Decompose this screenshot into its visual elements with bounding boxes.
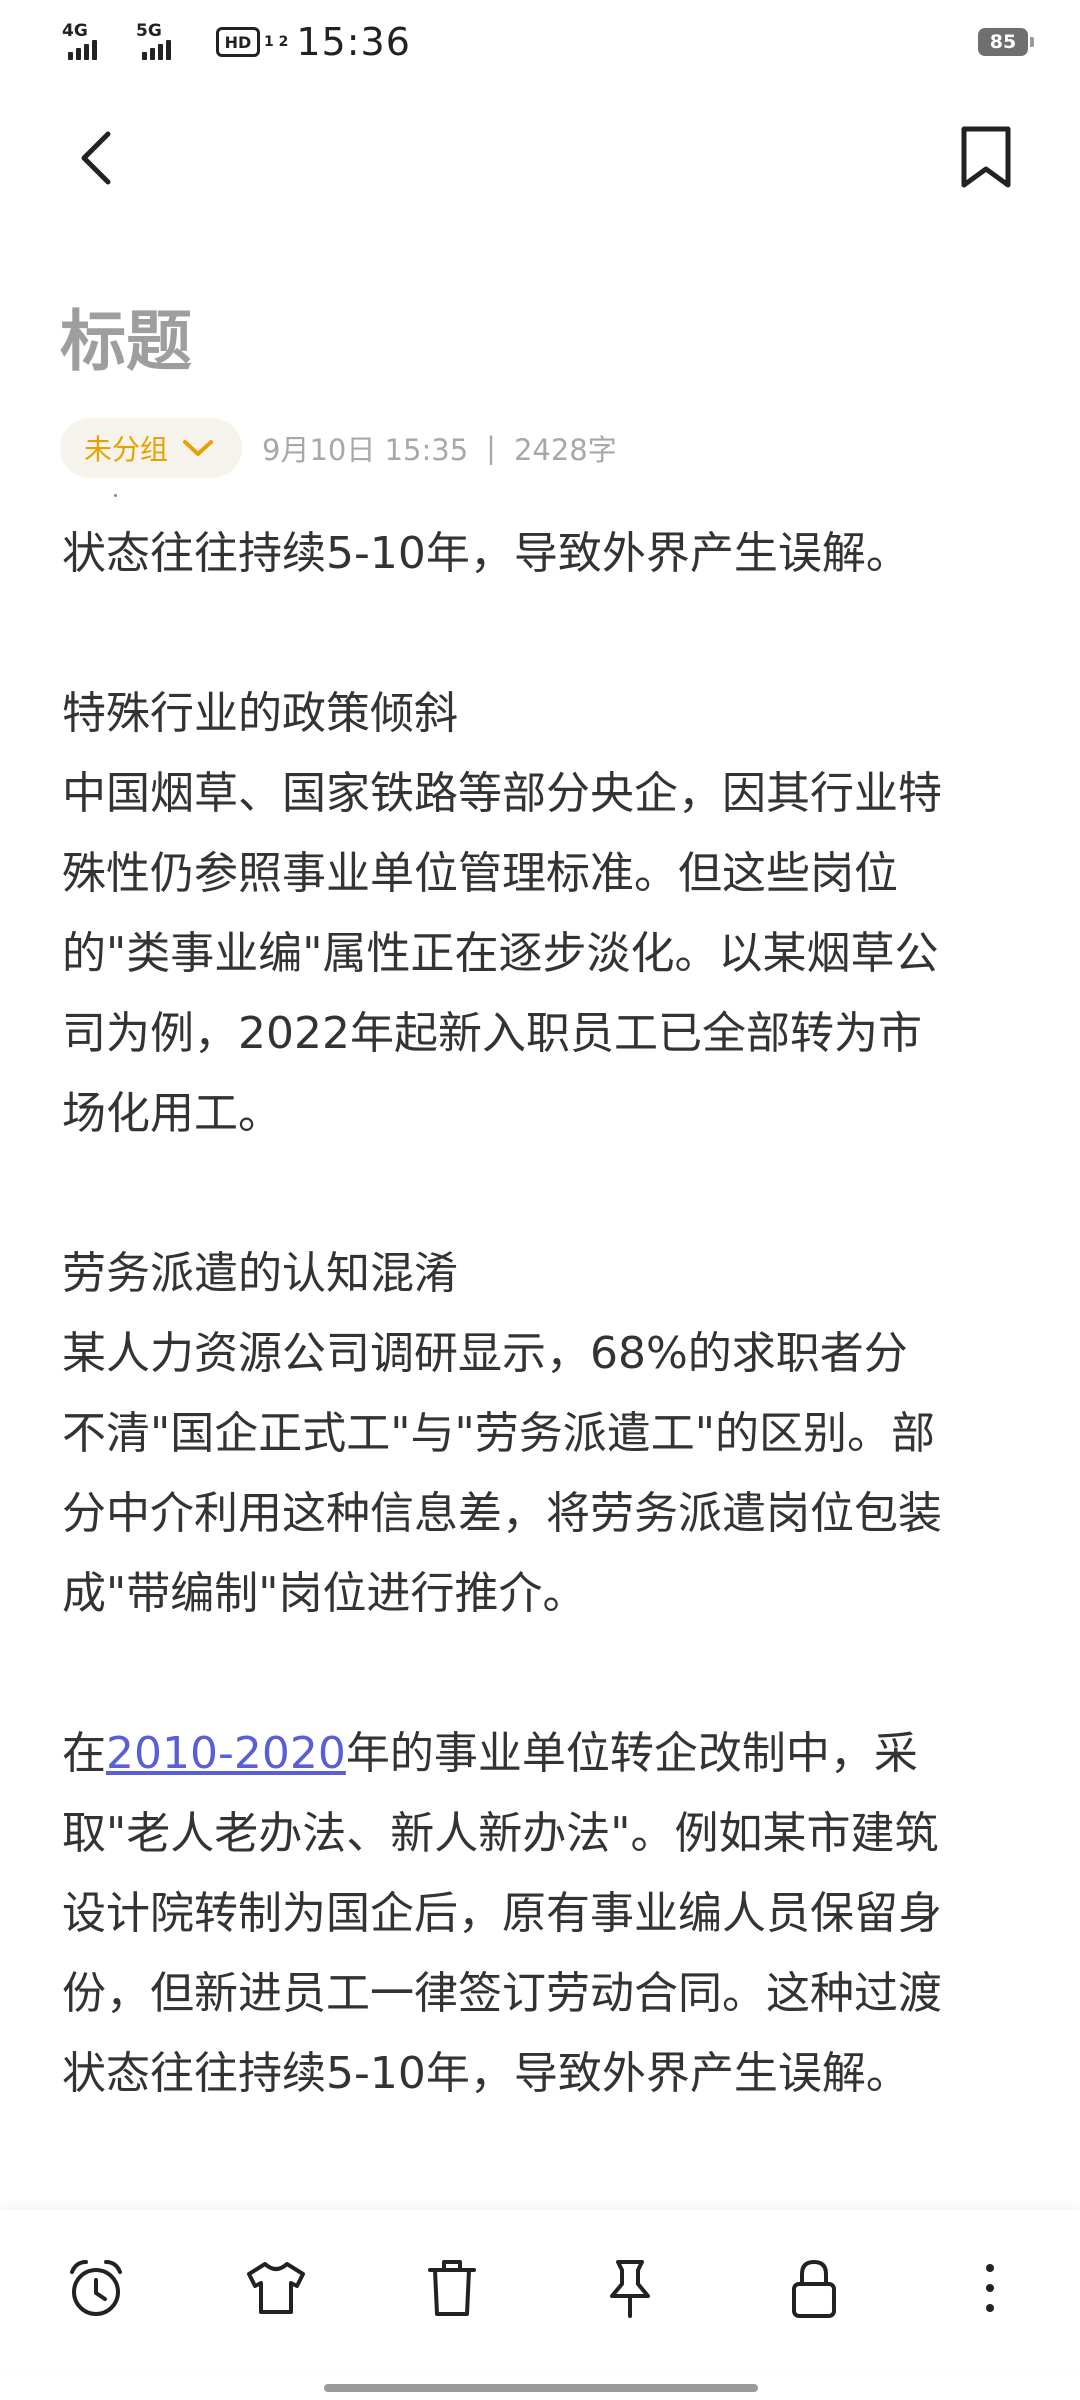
paragraph-line: 司为例，2022年起新入职员工已全部转为市 <box>62 1008 922 1059</box>
delete-button[interactable] <box>414 2250 490 2326</box>
scroll-dot <box>114 494 117 497</box>
bottom-toolbar <box>0 2210 1080 2370</box>
paragraph-line: 在2010-2020年的事业单位转企改制中，采 <box>62 1714 1032 1794</box>
chevron-down-icon <box>183 440 214 456</box>
note-meta: 9月10日 15:35 | 2428字 <box>262 427 617 469</box>
network-label-4g: 4G <box>62 21 88 41</box>
trash-icon <box>428 2260 476 2316</box>
paragraph-line: 状态往往持续5-10年，导致外界产生误解。 <box>62 528 910 579</box>
paragraph-line: 不清"国企正式工"与"劳务派遣工"的区别。部 <box>62 1408 935 1459</box>
meta-separator: | <box>486 431 496 465</box>
signal-4g-icon: 4G <box>62 22 124 62</box>
note-date: 9月10日 15:35 <box>262 433 469 467</box>
back-button[interactable] <box>64 118 128 198</box>
note-content[interactable]: 状态往往持续5-10年，导致外界产生误解。 特殊行业的政策倾斜 中国烟草、国家铁… <box>62 480 1032 2210</box>
alarm-clock-icon <box>70 2260 122 2316</box>
pin-icon <box>610 2260 650 2318</box>
paragraph-line: 的"类事业编"属性正在逐步淡化。以某烟草公 <box>62 928 939 979</box>
paragraph-line: 殊性仍参照事业单位管理标准。但这些岗位 <box>62 848 898 899</box>
hd-sub-label: 1 2 <box>264 34 289 50</box>
paragraph-line: 取"老人老办法、新人新办法"。例如某市建筑 <box>62 1808 939 1859</box>
status-bar: 4G 5G HD 1 2 15:36 85 <box>0 0 1080 84</box>
reminder-button[interactable] <box>58 2250 134 2326</box>
status-time: 15:36 <box>296 20 411 64</box>
pin-button[interactable] <box>592 2250 668 2326</box>
paragraph-line: 中国烟草、国家铁路等部分央企，因其行业特 <box>62 768 942 819</box>
word-count: 2428字 <box>513 433 617 467</box>
status-left: 4G 5G HD 1 2 15:36 <box>62 18 411 66</box>
group-label: 未分组 <box>84 433 169 466</box>
more-button[interactable] <box>952 2250 1028 2326</box>
theme-button[interactable] <box>238 2250 314 2326</box>
paragraph-line: 设计院转制为国企后，原有事业编人员保留身 <box>62 1888 942 1939</box>
lock-button[interactable] <box>776 2250 852 2326</box>
chevron-left-icon <box>81 131 111 185</box>
home-indicator[interactable] <box>324 2384 758 2392</box>
text-run: 年的事业单位转企改制中，采 <box>345 1728 918 1779</box>
paragraph-line: 场化用工。 <box>62 1088 282 1139</box>
paragraph-line: 份，但新进员工一律签订劳动合同。这种过渡 <box>62 1968 942 2019</box>
group-selector[interactable]: 未分组 <box>60 418 243 478</box>
paragraph-line: 成"带编制"岗位进行推介。 <box>62 1568 587 1619</box>
bookmark-icon <box>961 126 1011 188</box>
section-heading: 劳务派遣的认知混淆 <box>62 1248 458 1299</box>
section-heading: 特殊行业的政策倾斜 <box>62 688 458 739</box>
bookmark-button[interactable] <box>946 118 1026 198</box>
shirt-icon <box>247 2262 305 2314</box>
battery-icon: 85 <box>978 28 1034 56</box>
note-meta-row: 未分组 9月10日 15:35 | 2428字 <box>60 418 617 478</box>
hd-voice-icon: HD <box>216 27 260 57</box>
note-title[interactable]: 标题 <box>60 302 192 382</box>
date-range-link[interactable]: 2010-2020 <box>106 1728 346 1779</box>
paragraph-line: 状态往往持续5-10年，导致外界产生误解。 <box>62 2048 910 2099</box>
signal-5g-icon: 5G <box>136 22 198 62</box>
more-vertical-icon <box>986 2264 994 2312</box>
lock-icon <box>792 2259 836 2318</box>
paragraph-line: 分中介利用这种信息差，将劳务派遣岗位包装 <box>62 1488 942 1539</box>
network-label-5g: 5G <box>136 21 162 41</box>
text-run: 在 <box>62 1728 106 1779</box>
paragraph-line: 某人力资源公司调研显示，68%的求职者分 <box>62 1328 908 1379</box>
